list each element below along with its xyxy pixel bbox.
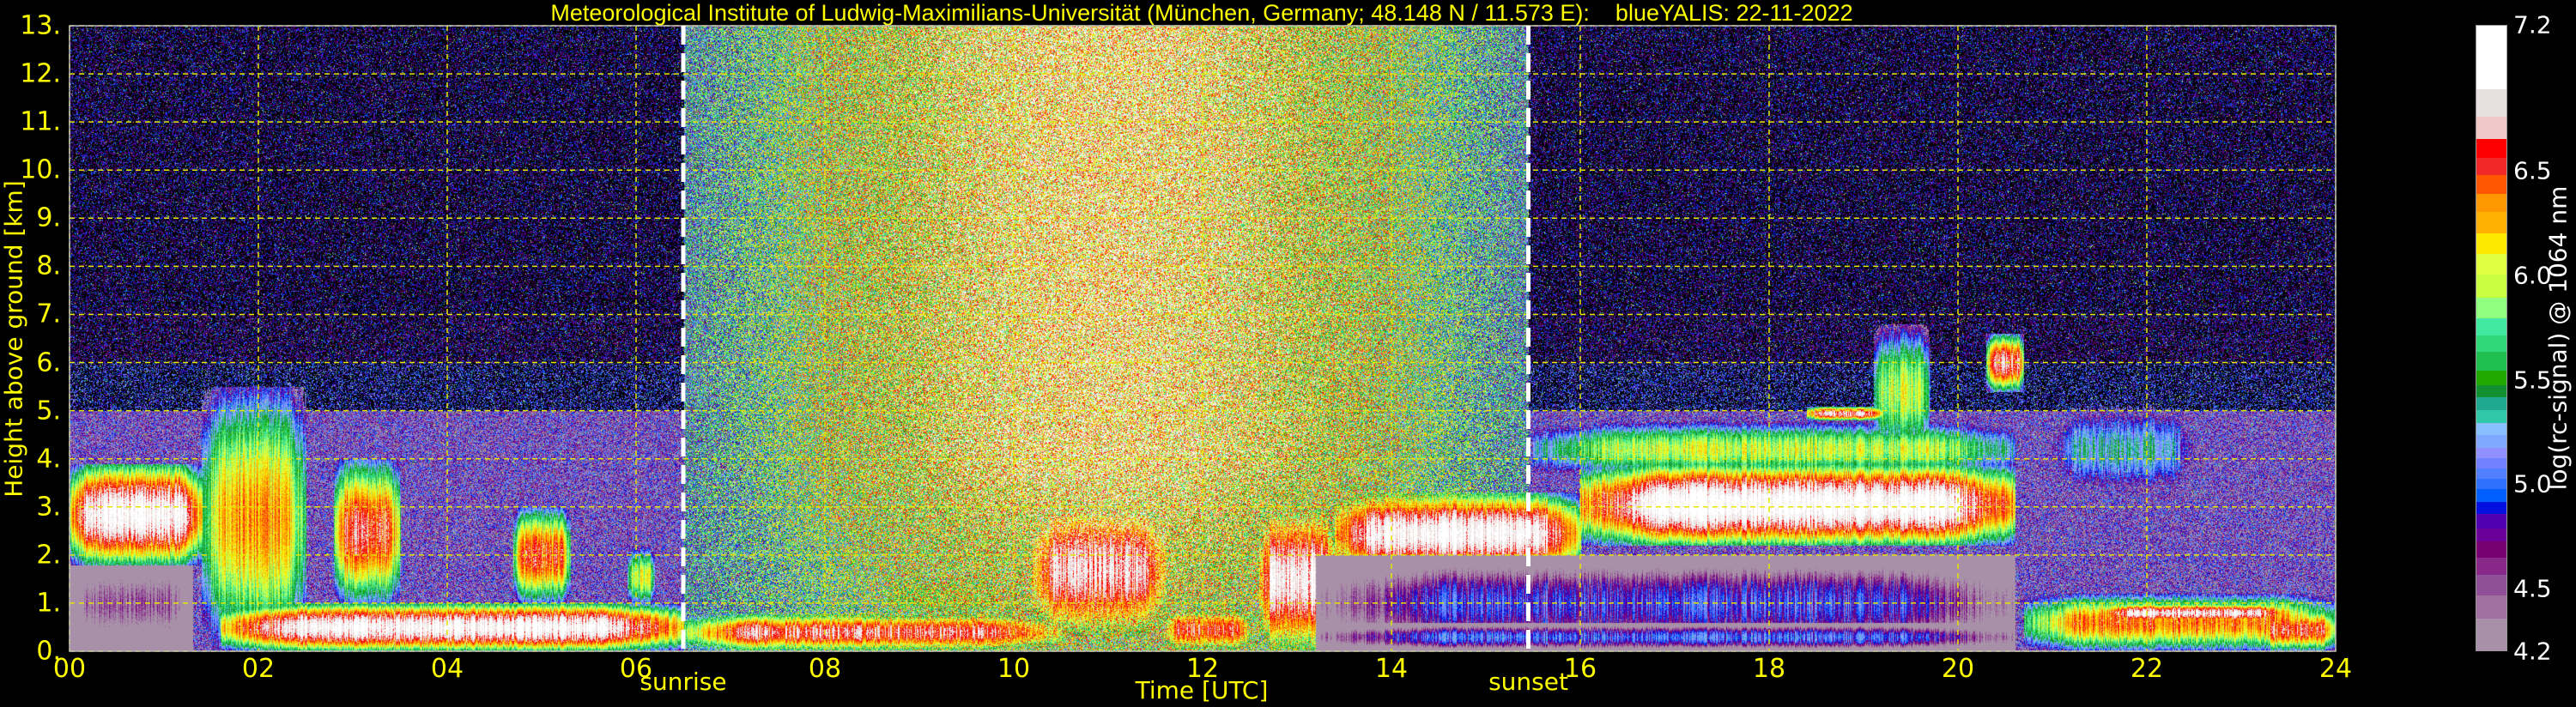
colorbar-swatch: [2476, 317, 2506, 335]
x-tick-label: 02: [241, 654, 276, 684]
colorbar-swatch: [2476, 156, 2506, 175]
y-tick-label: 1.: [36, 588, 61, 619]
y-tick-label: 9.: [36, 202, 61, 233]
colorbar-swatch: [2476, 334, 2506, 352]
colorbar-swatch: [2476, 173, 2506, 194]
colorbar-swatch: [2476, 88, 2506, 117]
colorbar-tick-label: 6.5: [2513, 156, 2552, 185]
y-tick-label: 3.: [36, 492, 61, 523]
x-tick-label: 10: [997, 654, 1031, 684]
x-tick-label: 24: [2318, 654, 2353, 684]
colorbar-swatch: [2476, 556, 2506, 575]
colorbar-swatch: [2476, 26, 2506, 90]
colorbar-swatch: [2476, 617, 2506, 652]
colorbar-swatch: [2476, 192, 2506, 213]
y-tick-label: 5.: [36, 396, 61, 426]
colorbar-swatch: [2476, 384, 2506, 398]
grid-overlay: [69, 25, 2337, 652]
colorbar-swatch: [2476, 115, 2506, 140]
colorbar-tick-label: 4.5: [2513, 574, 2552, 603]
y-tick-label: 8.: [36, 251, 61, 281]
colorbar-swatch: [2476, 527, 2506, 541]
x-tick-label: 14: [1374, 654, 1409, 684]
colorbar-swatch: [2476, 210, 2506, 233]
colorbar-swatch: [2476, 396, 2506, 410]
colorbar-swatch: [2476, 273, 2506, 298]
x-tick-label: 00: [52, 654, 87, 684]
colorbar-swatch: [2476, 296, 2506, 319]
sunrise-label: sunrise: [639, 668, 727, 696]
y-tick-label: 6.: [36, 347, 61, 378]
y-tick-label: 11.: [20, 106, 61, 137]
colorbar-swatch: [2476, 512, 2506, 529]
y-axis-label: Height above ground [km]: [0, 180, 28, 498]
colorbar-swatch: [2476, 487, 2506, 502]
colorbar-swatch: [2476, 369, 2506, 385]
colorbar-swatch: [2476, 232, 2506, 254]
x-tick-label: 16: [1563, 654, 1597, 684]
x-tick-label: 04: [430, 654, 464, 684]
x-axis-label: Time [UTC]: [1135, 676, 1269, 704]
y-tick-label: 13.: [20, 10, 61, 41]
colorbar-swatch: [2476, 433, 2506, 448]
colorbar-swatch: [2476, 446, 2506, 458]
colorbar-swatch: [2476, 421, 2506, 436]
colorbar: [2476, 25, 2507, 652]
colorbar-label: log(rc-signal) @ 1064 nm: [2543, 185, 2573, 491]
y-tick-label: 2.: [36, 540, 61, 571]
x-tick-label: 20: [1941, 654, 1975, 684]
chart-title: Meteorological Institute of Ludwig-Maxim…: [550, 0, 1853, 26]
y-tick-label: 4.: [36, 444, 61, 474]
colorbar-tick-label: 7.2: [2513, 10, 2552, 39]
x-tick-label: 18: [1752, 654, 1786, 684]
colorbar-swatch: [2476, 573, 2506, 595]
colorbar-swatch: [2476, 350, 2506, 371]
x-tick-label: 08: [808, 654, 842, 684]
colorbar-swatch: [2476, 500, 2506, 515]
y-tick-label: 7.: [36, 299, 61, 329]
colorbar-swatch: [2476, 540, 2506, 559]
plot-area: [69, 25, 2337, 652]
sunset-label: sunset: [1488, 668, 1568, 696]
colorbar-swatch: [2476, 477, 2506, 490]
colorbar-swatch: [2476, 408, 2506, 423]
colorbar-tick-label: 4.2: [2513, 637, 2552, 666]
colorbar-swatch: [2476, 467, 2506, 480]
x-tick-label: 22: [2130, 654, 2164, 684]
colorbar-swatch: [2476, 138, 2506, 159]
colorbar-swatch: [2476, 594, 2506, 619]
y-tick-label: 12.: [20, 58, 61, 89]
colorbar-swatch: [2476, 252, 2506, 275]
colorbar-swatch: [2476, 456, 2506, 468]
